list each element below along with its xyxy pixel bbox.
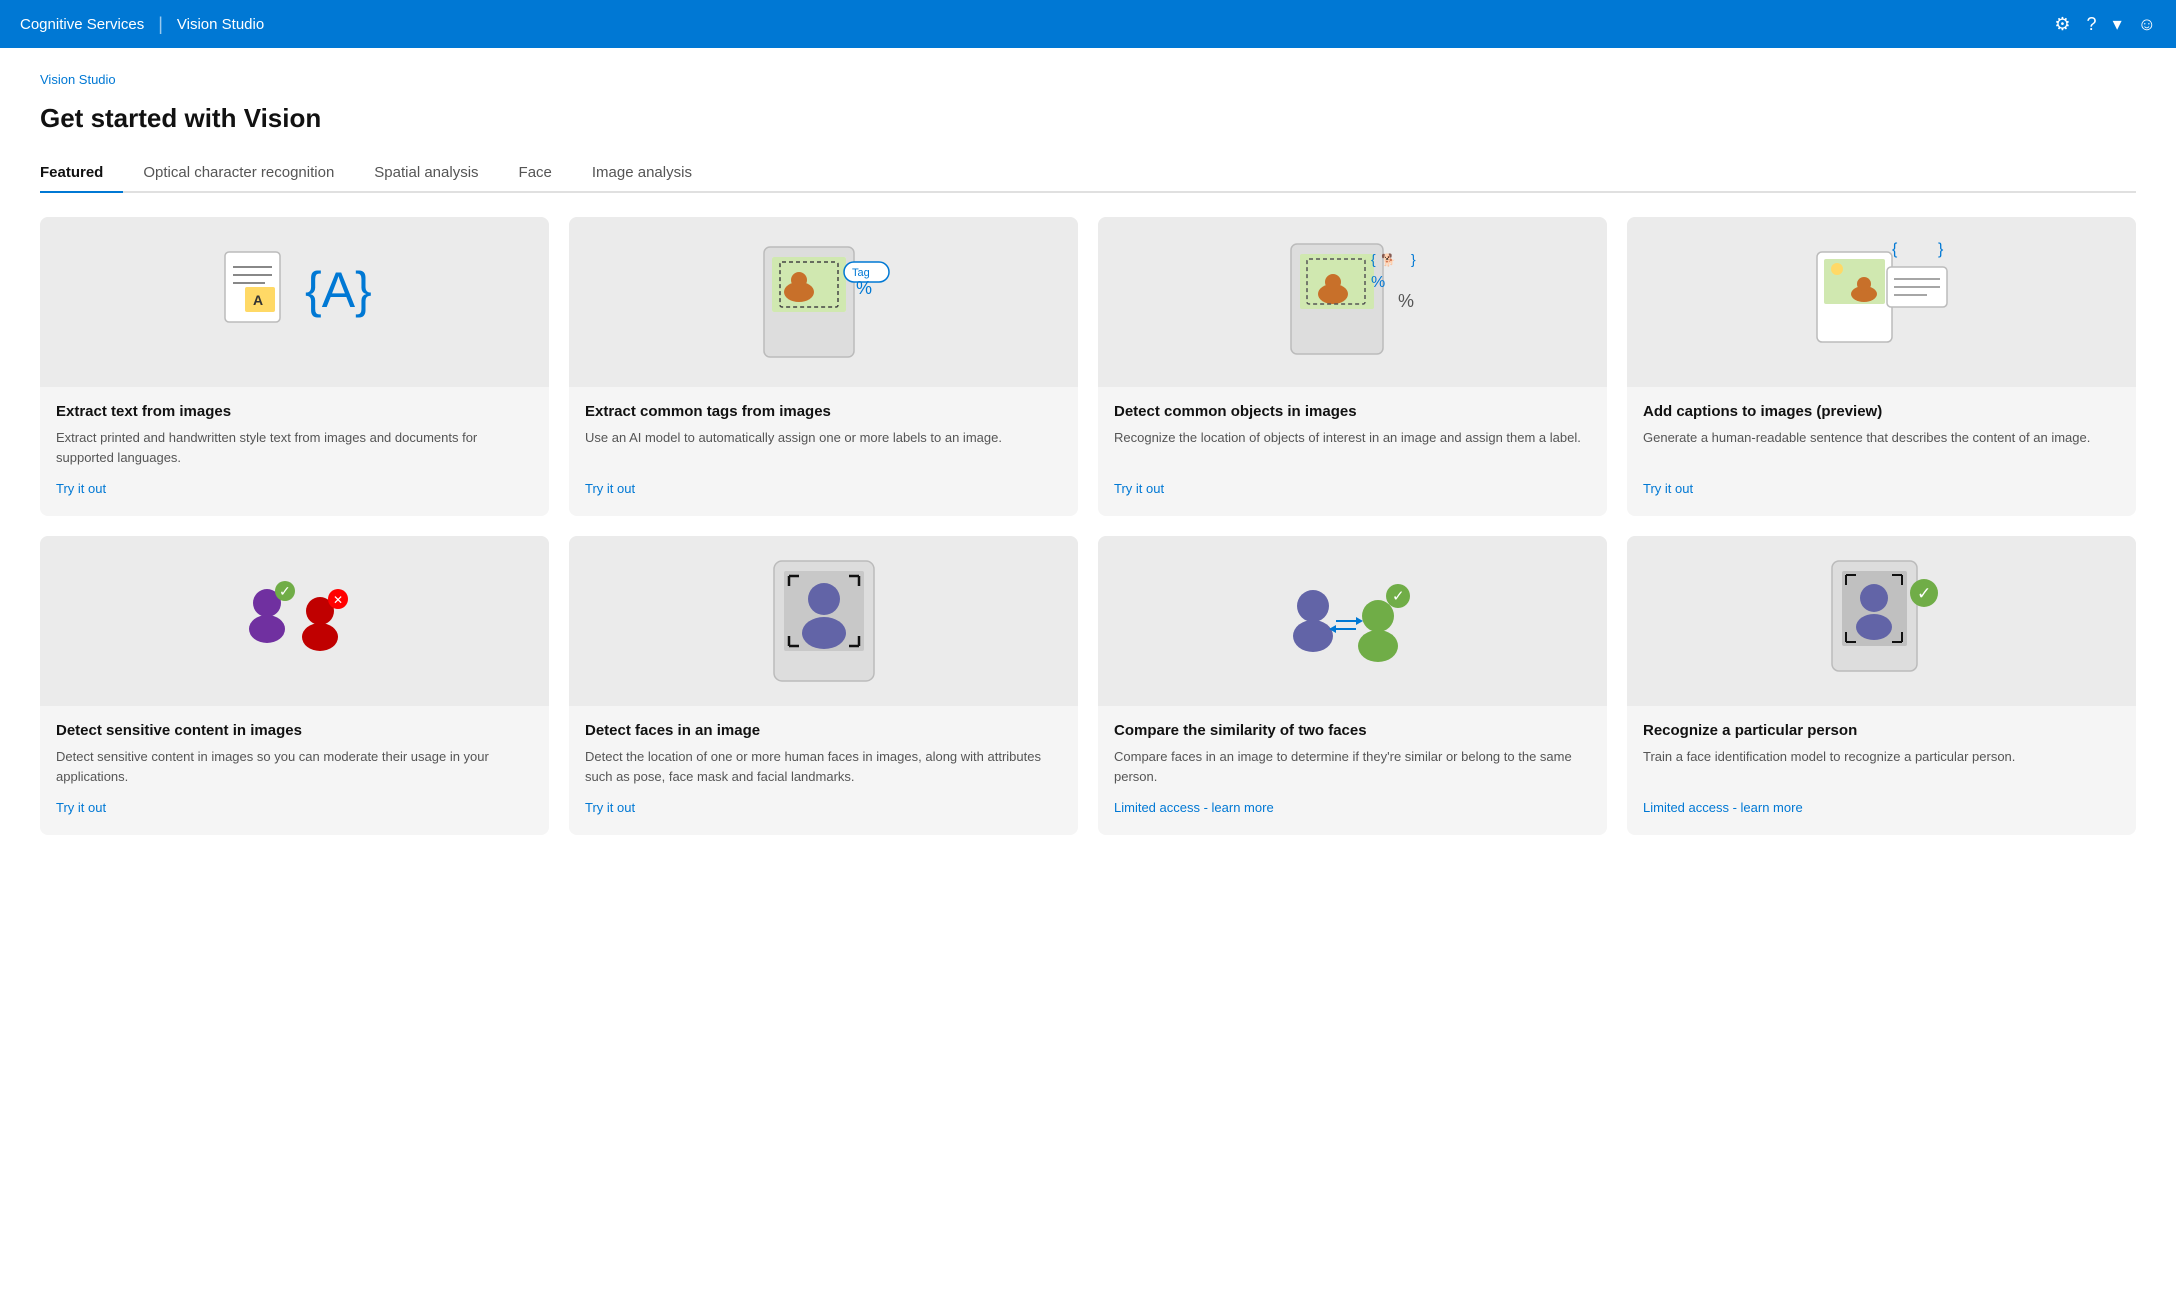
card-image-detect-faces	[569, 536, 1078, 706]
card-desc-compare-faces: Compare faces in an image to determine i…	[1114, 747, 1591, 786]
card-title-detect-faces: Detect faces in an image	[585, 722, 1062, 739]
card-desc-add-captions: Generate a human-readable sentence that …	[1643, 428, 2120, 467]
nav-brand: Cognitive Services | Vision Studio	[20, 14, 264, 35]
svg-text:}: }	[1411, 251, 1416, 267]
card-recognize-person: ✓ Recognize a particular person Train a …	[1627, 536, 2136, 835]
card-image-extract-tags: Tag %	[569, 217, 1078, 387]
card-extract-text: A {A} Extract text from images Extract p…	[40, 217, 549, 516]
card-image-extract-text: A {A}	[40, 217, 549, 387]
tab-featured[interactable]: Featured	[40, 154, 123, 191]
card-link-add-captions[interactable]: Try it out	[1643, 481, 2120, 496]
card-desc-extract-tags: Use an AI model to automatically assign …	[585, 428, 1062, 467]
card-grid-row-2: ✓ ✕ Detect sensitive content in images D…	[40, 536, 2136, 835]
card-body-detect-objects: Detect common objects in images Recogniz…	[1098, 387, 1607, 516]
card-body-extract-tags: Extract common tags from images Use an A…	[569, 387, 1078, 516]
card-compare-faces: ✓ Compare the similarity of two faces Co…	[1098, 536, 1607, 835]
card-link-detect-objects[interactable]: Try it out	[1114, 481, 1591, 496]
breadcrumb[interactable]: Vision Studio	[40, 72, 2136, 87]
card-title-compare-faces: Compare the similarity of two faces	[1114, 722, 1591, 739]
card-link-extract-text[interactable]: Try it out	[56, 481, 533, 496]
svg-text:%: %	[856, 278, 872, 298]
tab-spatial[interactable]: Spatial analysis	[354, 154, 498, 191]
question-icon[interactable]: ?	[2087, 14, 2097, 35]
svg-text:%: %	[1398, 291, 1414, 311]
chevron-down-icon[interactable]: ▾	[2113, 14, 2122, 35]
card-image-recognize-person: ✓	[1627, 536, 2136, 706]
card-grid-row-1: A {A} Extract text from images Extract p…	[40, 217, 2136, 516]
svg-text:🐕: 🐕	[1381, 253, 1396, 267]
svg-text:✓: ✓	[1392, 588, 1405, 605]
card-desc-detect-faces: Detect the location of one or more human…	[585, 747, 1062, 786]
card-title-recognize-person: Recognize a particular person	[1643, 722, 2120, 739]
card-title-detect-sensitive: Detect sensitive content in images	[56, 722, 533, 739]
card-image-add-captions: { }	[1627, 217, 2136, 387]
card-body-add-captions: Add captions to images (preview) Generat…	[1627, 387, 2136, 516]
card-detect-sensitive: ✓ ✕ Detect sensitive content in images D…	[40, 536, 549, 835]
card-desc-recognize-person: Train a face identification model to rec…	[1643, 747, 2120, 786]
card-extract-tags: Tag % Extract common tags from images Us…	[569, 217, 1078, 516]
svg-text:✓: ✓	[1917, 584, 1931, 603]
product-name: Vision Studio	[177, 16, 264, 33]
svg-text:{: {	[1892, 241, 1898, 258]
card-image-compare-faces: ✓	[1098, 536, 1607, 706]
card-link-detect-sensitive[interactable]: Try it out	[56, 800, 533, 815]
card-link-extract-tags[interactable]: Try it out	[585, 481, 1062, 496]
card-title-add-captions: Add captions to images (preview)	[1643, 403, 2120, 420]
card-title-detect-objects: Detect common objects in images	[1114, 403, 1591, 420]
card-link-compare-faces[interactable]: Limited access - learn more	[1114, 800, 1591, 815]
tab-image-analysis[interactable]: Image analysis	[572, 154, 712, 191]
card-desc-detect-objects: Recognize the location of objects of int…	[1114, 428, 1591, 467]
tab-bar: Featured Optical character recognition S…	[40, 154, 2136, 193]
card-add-captions: { } Add captions to images (preview) Gen…	[1627, 217, 2136, 516]
card-link-detect-faces[interactable]: Try it out	[585, 800, 1062, 815]
nav-divider: |	[158, 14, 163, 35]
app-name: Cognitive Services	[20, 16, 144, 33]
svg-text:%: %	[1371, 274, 1385, 291]
card-title-extract-text: Extract text from images	[56, 403, 533, 420]
card-desc-detect-sensitive: Detect sensitive content in images so yo…	[56, 747, 533, 786]
svg-text:}: }	[1938, 241, 1944, 258]
svg-text:{: {	[1371, 251, 1376, 267]
svg-text:{A}: {A}	[305, 262, 372, 318]
card-title-extract-tags: Extract common tags from images	[585, 403, 1062, 420]
tab-ocr[interactable]: Optical character recognition	[123, 154, 354, 191]
card-body-recognize-person: Recognize a particular person Train a fa…	[1627, 706, 2136, 835]
svg-text:✕: ✕	[333, 593, 343, 607]
card-detect-objects: { } 🐕 % % Detect common objects in image…	[1098, 217, 1607, 516]
card-image-detect-sensitive: ✓ ✕	[40, 536, 549, 706]
tab-face[interactable]: Face	[499, 154, 572, 191]
card-body-extract-text: Extract text from images Extract printed…	[40, 387, 549, 516]
card-link-recognize-person[interactable]: Limited access - learn more	[1643, 800, 2120, 815]
svg-text:✓: ✓	[279, 583, 291, 599]
card-body-detect-sensitive: Detect sensitive content in images Detec…	[40, 706, 549, 835]
nav-actions: ⚙ ? ▾ ☺	[2054, 14, 2156, 35]
page-title: Get started with Vision	[40, 103, 2136, 134]
card-body-compare-faces: Compare the similarity of two faces Comp…	[1098, 706, 1607, 835]
card-detect-faces: Detect faces in an image Detect the loca…	[569, 536, 1078, 835]
gear-icon[interactable]: ⚙	[2054, 14, 2070, 35]
svg-text:A: A	[253, 292, 263, 308]
main-content: Vision Studio Get started with Vision Fe…	[0, 48, 2176, 1290]
top-navigation: Cognitive Services | Vision Studio ⚙ ? ▾…	[0, 0, 2176, 48]
user-avatar-icon[interactable]: ☺	[2138, 14, 2156, 35]
card-desc-extract-text: Extract printed and handwritten style te…	[56, 428, 533, 467]
card-body-detect-faces: Detect faces in an image Detect the loca…	[569, 706, 1078, 835]
card-image-detect-objects: { } 🐕 % %	[1098, 217, 1607, 387]
